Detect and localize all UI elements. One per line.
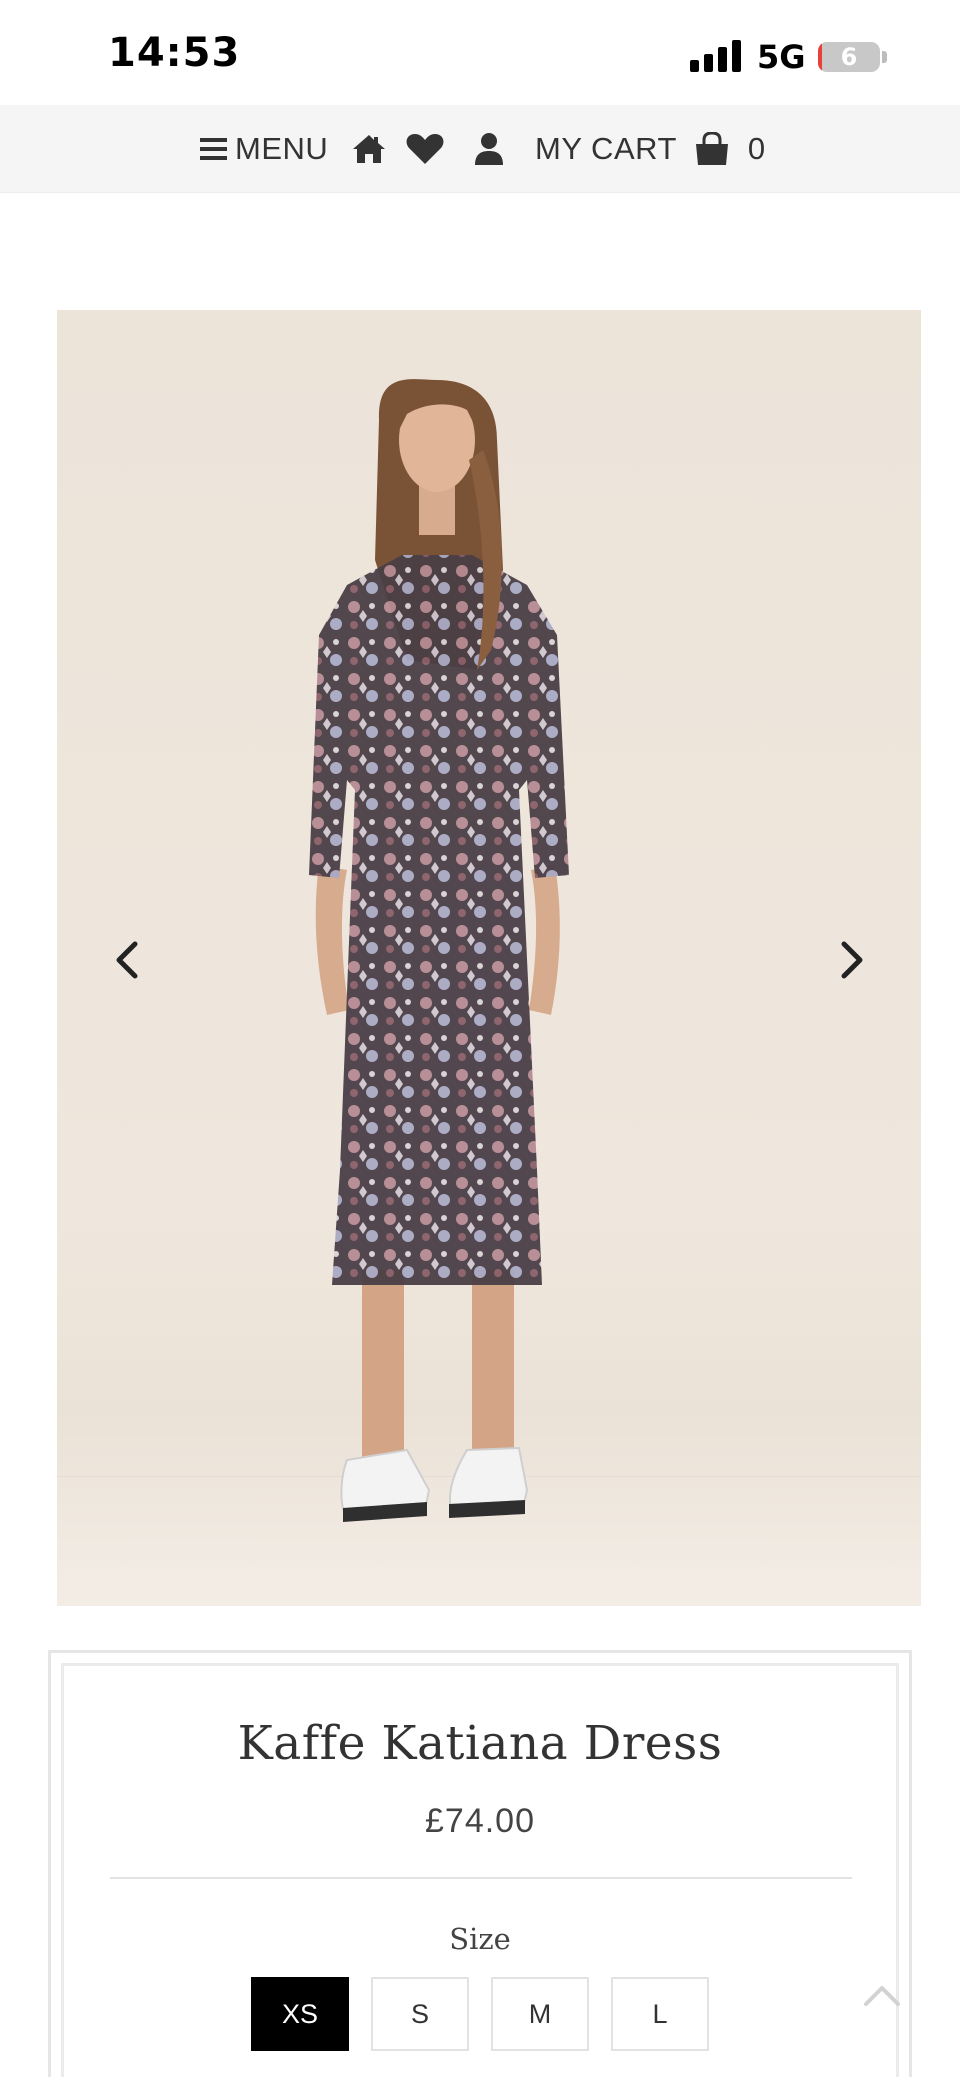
chevron-left-icon[interactable] — [107, 930, 147, 990]
chevron-right-icon[interactable] — [832, 930, 872, 990]
shopping-bag-icon — [695, 132, 728, 165]
cart-count: 0 — [747, 131, 766, 166]
user-icon — [475, 133, 503, 165]
product-photo — [309, 379, 569, 1522]
size-label: Size — [449, 1922, 511, 1956]
menu-button[interactable]: MENU — [200, 105, 328, 193]
size-option-m[interactable]: M — [491, 1977, 589, 2051]
menu-label: MENU — [235, 131, 329, 166]
size-options: XS S M L — [251, 1977, 709, 2051]
battery-level: 6 — [840, 43, 858, 71]
size-option-s[interactable]: S — [371, 1977, 469, 2051]
divider — [110, 1877, 852, 1879]
home-button[interactable] — [352, 105, 386, 193]
account-button[interactable] — [474, 105, 504, 193]
home-icon — [353, 135, 385, 163]
size-option-l[interactable]: L — [611, 1977, 709, 2051]
status-time: 14:53 — [108, 30, 241, 76]
signal-icon — [690, 38, 742, 72]
product-price: £74.00 — [425, 1802, 535, 1840]
product-image-gallery[interactable] — [57, 310, 921, 1606]
battery-tip — [882, 51, 887, 63]
heart-icon — [406, 134, 444, 164]
network-type: 5G — [757, 38, 806, 76]
battery-icon: 6 — [818, 42, 880, 72]
hamburger-icon — [200, 138, 227, 160]
product-title: Kaffe Katiana Dress — [237, 1716, 723, 1771]
size-option-xs[interactable]: XS — [251, 1977, 349, 2051]
nav-bar: MENU MY CART 0 — [0, 105, 960, 193]
scroll-to-top-icon[interactable] — [860, 1980, 904, 2010]
cart-button[interactable]: MY CART 0 — [535, 105, 766, 193]
wishlist-button[interactable] — [406, 105, 444, 193]
status-bar: 14:53 5G 6 — [0, 0, 960, 105]
cart-label: MY CART — [535, 131, 677, 166]
